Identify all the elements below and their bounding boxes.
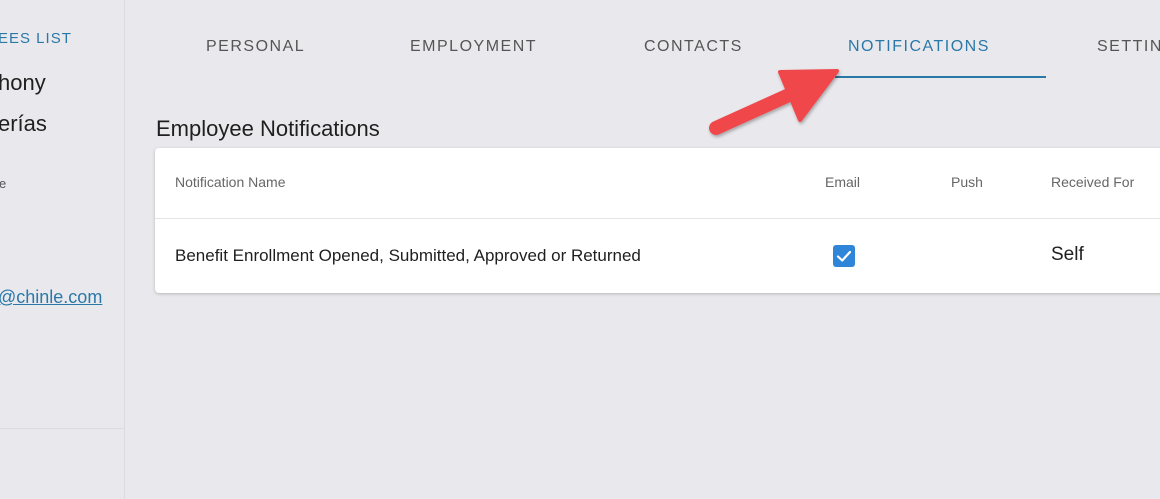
tab-settings[interactable]: SETTIN bbox=[1097, 38, 1160, 56]
column-header-received-for: Received For bbox=[1051, 174, 1135, 190]
tab-contacts[interactable]: CONTACTS bbox=[644, 38, 743, 56]
table-header: Notification Name Email Push Received Fo… bbox=[155, 148, 1160, 219]
section-title: Employee Notifications bbox=[156, 116, 380, 141]
column-header-email: Email bbox=[825, 174, 861, 190]
active-tab-indicator bbox=[835, 76, 1046, 78]
tab-notifications[interactable]: NOTIFICATIONS bbox=[848, 38, 990, 56]
employee-email-link[interactable]: @chinle.com bbox=[0, 287, 102, 308]
notifications-table: Notification Name Email Push Received Fo… bbox=[155, 148, 1160, 293]
column-header-push: Push bbox=[951, 174, 983, 190]
employee-sidebar: EES LIST hony erías e @chinle.com bbox=[0, 0, 125, 499]
email-checkbox[interactable] bbox=[833, 245, 855, 267]
column-header-notification-name: Notification Name bbox=[175, 174, 286, 190]
received-for-cell: Self bbox=[1051, 244, 1084, 265]
table-row: Benefit Enrollment Opened, Submitted, Ap… bbox=[155, 219, 1160, 293]
tab-employment[interactable]: EMPLOYMENT bbox=[410, 38, 537, 56]
sidebar-divider bbox=[0, 428, 124, 429]
notification-name-cell: Benefit Enrollment Opened, Submitted, Ap… bbox=[175, 246, 641, 265]
tab-personal[interactable]: PERSONAL bbox=[206, 38, 305, 56]
checkmark-icon bbox=[836, 250, 852, 262]
employees-list-link[interactable]: EES LIST bbox=[0, 30, 72, 47]
employee-name-first-line: hony bbox=[0, 70, 46, 95]
profile-tabs: PERSONAL EMPLOYMENT CONTACTS NOTIFICATIO… bbox=[155, 0, 1160, 80]
app-window: EES LIST hony erías e @chinle.com PERSON… bbox=[0, 0, 1160, 499]
employee-name-second-line: erías bbox=[0, 111, 47, 136]
employee-subtitle: e bbox=[0, 176, 6, 191]
